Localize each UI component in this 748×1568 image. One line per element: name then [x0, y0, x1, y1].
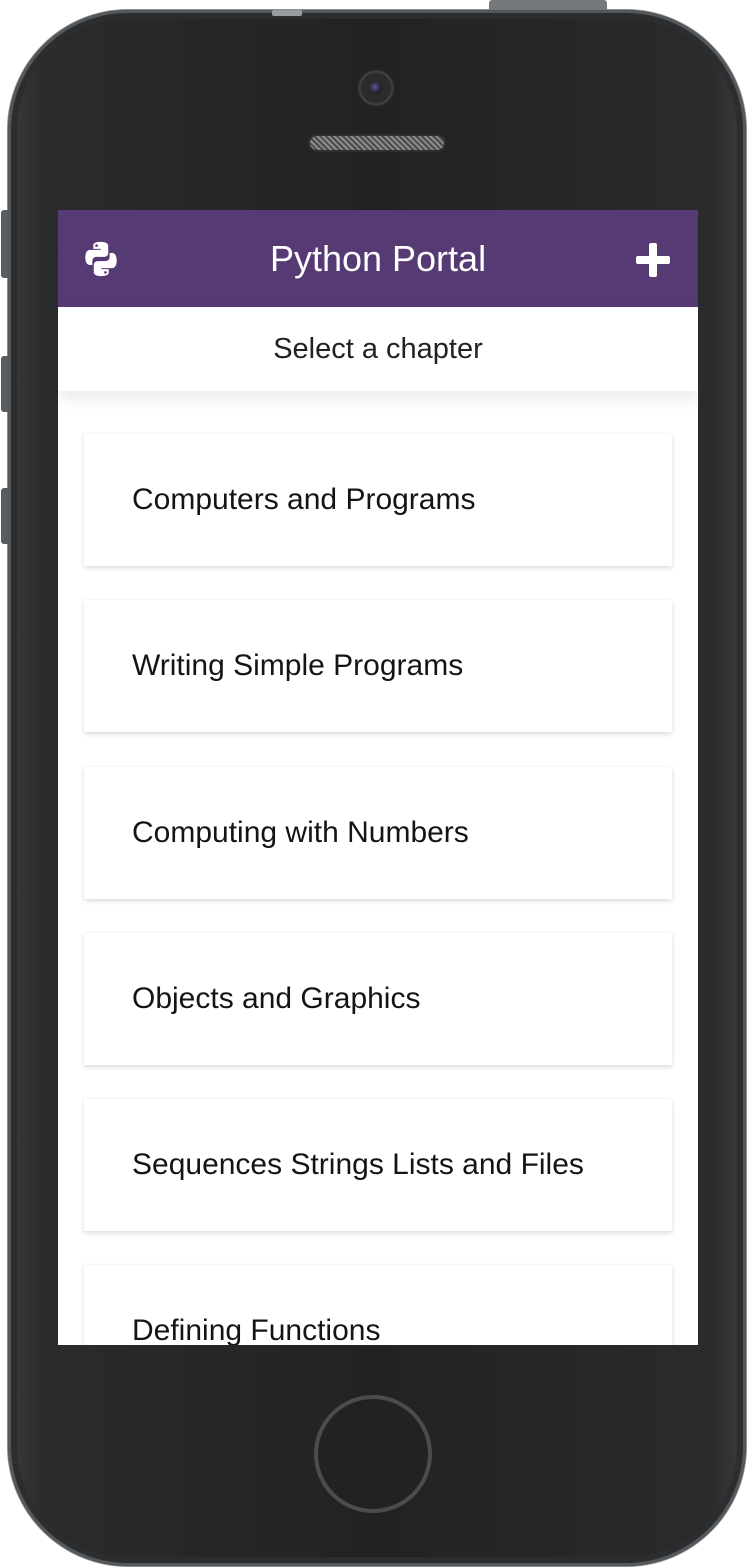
chapter-card-computing-with-numbers[interactable]: Computing with Numbers [84, 767, 672, 899]
front-camera [361, 73, 391, 103]
chapter-card-objects-and-graphics[interactable]: Objects and Graphics [84, 933, 672, 1065]
chapter-card-defining-functions[interactable]: Defining Functions [84, 1265, 672, 1345]
power-button [489, 0, 607, 10]
chapter-card-writing-simple-programs[interactable]: Writing Simple Programs [84, 600, 672, 732]
chapter-card-computers-and-programs[interactable]: Computers and Programs [84, 434, 672, 566]
mute-switch [1, 210, 8, 278]
app-bar: Python Portal [58, 210, 698, 307]
volume-down-button [1, 488, 8, 544]
page-subtitle: Select a chapter [58, 307, 698, 391]
app-title: Python Portal [269, 238, 487, 279]
volume-up-button [1, 356, 8, 412]
chapter-card-sequences-strings-lists-and-files[interactable]: Sequences Strings Lists and Files [84, 1099, 672, 1231]
chapter-list: Computers and Programs Writing Simple Pr… [58, 391, 698, 1345]
app-screen: Python Portal Select a chapter Computers… [58, 210, 698, 1345]
earpiece-speaker [310, 136, 444, 150]
antenna-line [272, 10, 302, 16]
home-button[interactable] [314, 1395, 432, 1513]
plus-icon[interactable] [634, 241, 672, 279]
phone-frame: Python Portal Select a chapter Computers… [1, 0, 746, 1566]
